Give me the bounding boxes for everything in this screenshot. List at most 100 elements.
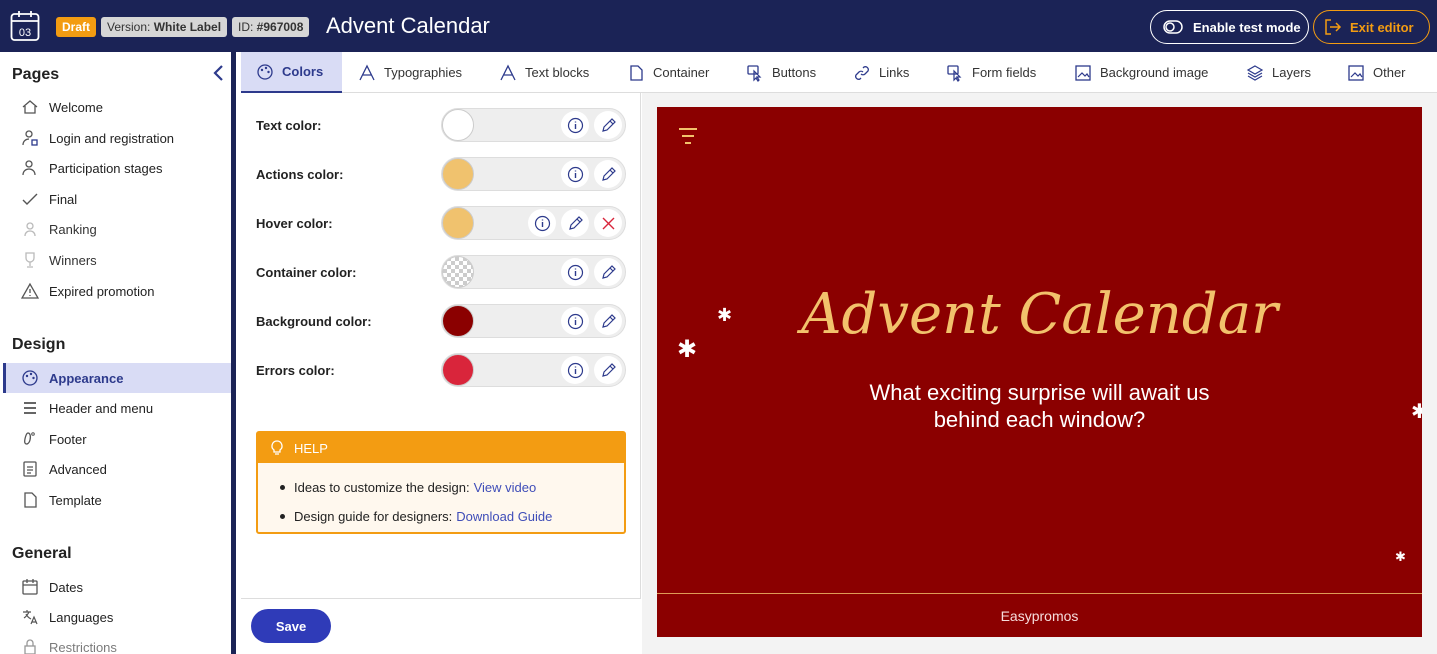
version-prefix: Version: [107, 20, 154, 34]
collapse-sidebar-icon[interactable] [211, 64, 227, 82]
footprint-icon [20, 429, 40, 449]
info-icon[interactable] [561, 111, 589, 139]
color-label: Container color: [256, 265, 357, 280]
edit-pencil-icon[interactable] [594, 258, 622, 286]
toggle-icon [1163, 20, 1183, 34]
calendar-logo-icon[interactable]: 03 [10, 10, 40, 42]
color-picker-container-color[interactable] [441, 255, 626, 289]
exit-editor-button[interactable]: Exit editor [1313, 10, 1430, 44]
color-picker-actions-color[interactable] [441, 157, 626, 191]
info-icon[interactable] [561, 307, 589, 335]
help-item: Ideas to customize the design: View video [280, 473, 624, 502]
sidebar-item-appearance[interactable]: Appearance [3, 363, 231, 393]
sidebar-item-dates[interactable]: Dates [3, 572, 231, 602]
sidebar-item-label: Final [49, 191, 78, 207]
tab-text-blocks[interactable]: Text blocks [499, 52, 589, 93]
tab-container[interactable]: Container [627, 52, 709, 93]
info-icon[interactable] [561, 356, 589, 384]
calendar-day-text: 03 [19, 27, 31, 39]
tab-typographies[interactable]: Typographies [358, 52, 462, 93]
tab-other[interactable]: Other [1347, 52, 1406, 93]
sidebar-item-expired[interactable]: Expired promotion [3, 276, 231, 306]
enable-test-mode-button[interactable]: Enable test mode [1150, 10, 1309, 44]
user-lock-icon [20, 128, 40, 148]
tab-label: Buttons [772, 65, 817, 80]
sidebar-item-footer[interactable]: Footer [3, 424, 231, 454]
preview-footer-text: Easypromos [1000, 608, 1079, 624]
image-icon [1075, 64, 1091, 81]
color-picker-background-color[interactable] [441, 304, 626, 338]
tab-label: Other [1373, 65, 1406, 80]
help-title: HELP [294, 440, 328, 456]
edit-pencil-icon[interactable] [594, 160, 622, 188]
tab-buttons[interactable]: Buttons [746, 52, 816, 93]
help-list: Ideas to customize the design: View video… [258, 463, 624, 531]
save-button[interactable]: Save [251, 609, 331, 643]
color-row-container-color: Container color: [241, 255, 641, 289]
sidebar-item-label: Footer [49, 431, 87, 447]
info-icon[interactable] [561, 258, 589, 286]
check-icon [20, 189, 40, 209]
exit-icon [1325, 19, 1342, 35]
sidebar-item-label: Ranking [49, 221, 97, 237]
color-swatch[interactable] [442, 109, 474, 141]
edit-pencil-icon[interactable] [561, 209, 589, 237]
sidebar-item-languages[interactable]: Languages [3, 602, 231, 632]
sidebar-item-login[interactable]: Login and registration [3, 123, 231, 153]
sidebar-item-participation[interactable]: Participation stages [3, 153, 231, 183]
pointer-icon [947, 64, 962, 82]
color-picker-hover-color[interactable] [441, 206, 626, 240]
tab-label: Background image [1100, 65, 1209, 80]
info-icon[interactable] [561, 160, 589, 188]
preview-canvas[interactable]: ✱ ✱ ✱ ✱ Advent Calendar What exciting su… [657, 107, 1422, 637]
edit-pencil-icon[interactable] [594, 111, 622, 139]
color-swatch[interactable] [442, 158, 474, 190]
tab-colors[interactable]: Colors [241, 52, 342, 93]
color-row-errors-color: Errors color: [241, 353, 641, 387]
help-header: HELP [258, 433, 624, 463]
tab-label: Container [653, 65, 710, 80]
tab-label: Layers [1272, 65, 1312, 80]
help-item-text: Ideas to customize the design: [294, 480, 470, 495]
sidebar-item-final[interactable]: Final [3, 184, 231, 214]
hamburger-menu-icon[interactable] [677, 125, 699, 147]
preview-title: Advent Calendar [801, 282, 1278, 347]
menu-icon [20, 398, 40, 418]
sidebar-item-label: Expired promotion [49, 283, 155, 299]
color-swatch[interactable] [442, 354, 474, 386]
tab-links[interactable]: Links [853, 52, 909, 93]
colors-panel: Text color: Actions color: Hover color: Con… [241, 93, 641, 599]
palette-icon [20, 368, 40, 388]
tab-form-fields[interactable]: Form fields [946, 52, 1036, 93]
sidebar-item-template[interactable]: Template [3, 485, 231, 515]
color-swatch[interactable] [442, 256, 474, 288]
tab-label: Colors [282, 64, 324, 79]
preview-area: ✱ ✱ ✱ ✱ Advent Calendar What exciting su… [642, 93, 1437, 654]
sidebar-item-header-menu[interactable]: Header and menu [3, 393, 231, 423]
tab-layers[interactable]: Layers [1246, 52, 1311, 93]
tab-background-image[interactable]: Background image [1074, 52, 1208, 93]
clear-x-icon[interactable] [594, 209, 622, 237]
ranking-icon [20, 219, 40, 239]
edit-pencil-icon[interactable] [594, 356, 622, 384]
sidebar-item-restrictions[interactable]: Restrictions [3, 632, 231, 654]
top-bar: 03 Draft Version: White Label ID: #96700… [0, 0, 1437, 52]
color-picker-text-color[interactable] [441, 108, 626, 142]
id-prefix: ID: [238, 20, 257, 34]
edit-pencil-icon[interactable] [594, 307, 622, 335]
sidebar-item-winners[interactable]: Winners [3, 245, 231, 275]
download-guide-link[interactable]: Download Guide [456, 509, 552, 524]
exit-editor-label: Exit editor [1350, 19, 1414, 35]
id-value: #967008 [256, 20, 304, 34]
sidebar-item-advanced[interactable]: Advanced [3, 454, 231, 484]
color-swatch[interactable] [442, 207, 474, 239]
pages-section-title: Pages [12, 66, 60, 83]
trophy-icon [20, 250, 40, 270]
color-picker-errors-color[interactable] [441, 353, 626, 387]
view-video-link[interactable]: View video [474, 480, 537, 495]
info-icon[interactable] [528, 209, 556, 237]
sidebar-item-welcome[interactable]: Welcome [3, 92, 231, 122]
sidebar-item-ranking[interactable]: Ranking [3, 214, 231, 244]
color-swatch[interactable] [442, 305, 474, 337]
draft-badge: Draft [56, 17, 97, 37]
